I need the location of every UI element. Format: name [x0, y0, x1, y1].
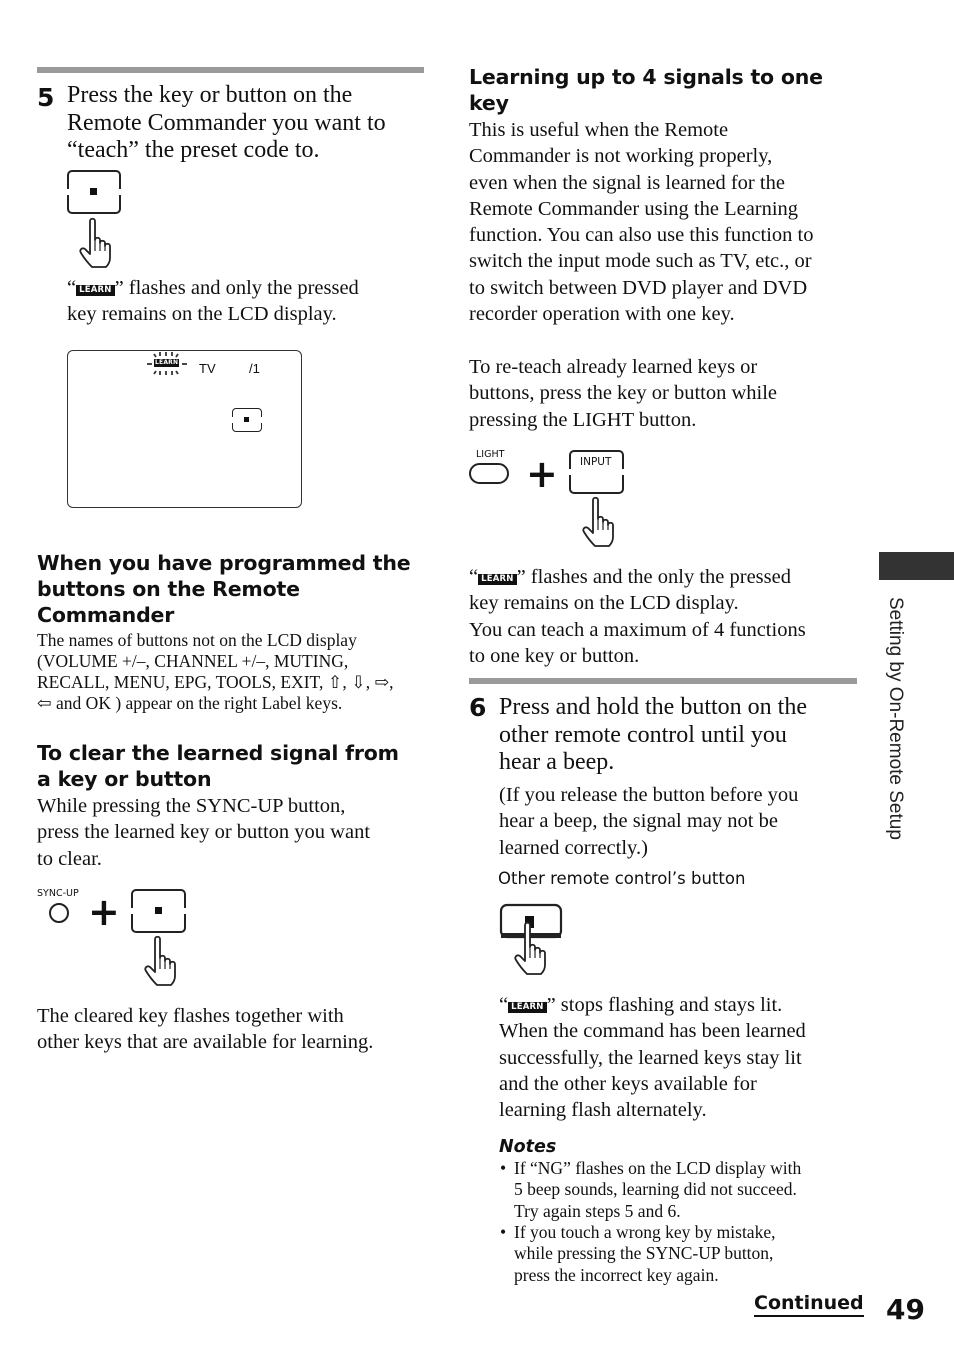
step-5-line: Press the key or button on the	[67, 82, 353, 108]
clear-body: While pressing the SYNC-UP button, press…	[37, 795, 371, 870]
step-5-text: Press the key or button on the Remote Co…	[67, 82, 427, 165]
programmed-body: The names of buttons not on the LCD disp…	[37, 630, 394, 713]
section-side-tab	[879, 552, 954, 580]
bullet-icon: •	[500, 1222, 507, 1242]
learn-note-line: “LEARN” flashes and only the pressed	[67, 277, 359, 299]
lcd-learn-badge: LEARN	[154, 359, 180, 367]
cleared-key-note: The cleared key flashes together with ot…	[37, 1005, 374, 1054]
learn-note-line: key remains on the LCD display.	[67, 303, 337, 326]
reteach-body: To re-teach already learned keys or butt…	[469, 356, 778, 431]
key-notch	[568, 469, 572, 475]
learning-body: This is useful when the Remote Commander…	[469, 119, 814, 326]
sync-up-button-icon	[49, 903, 69, 923]
note-item: • If you touch a wrong key by mistake, w…	[500, 1222, 776, 1285]
step-6-number: 6	[469, 693, 487, 722]
learn-flash-note-2: “LEARN” flashes and the only the pressed…	[469, 564, 869, 669]
lcd-index-label: /1	[249, 361, 260, 376]
section-rule-top-left	[37, 67, 424, 73]
step-5-number: 5	[37, 83, 55, 112]
pointing-hand-icon	[144, 935, 176, 986]
clear-heading: To clear the learned signal from a key o…	[37, 741, 399, 791]
learning-heading: Learning up to 4 signals to one key	[469, 65, 823, 115]
plus-sign: +	[88, 890, 120, 934]
learn-note-line: “LEARN” flashes and the only the pressed	[469, 566, 791, 588]
plus-sign: +	[526, 452, 558, 496]
pointing-hand-icon	[582, 496, 614, 547]
sync-up-label: SYNC-UP	[37, 888, 79, 899]
continued-label: Continued	[754, 1294, 864, 1317]
other-remote-caption: Other remote control’s button	[498, 869, 746, 888]
other-remote-button-press-icon	[499, 903, 563, 975]
bullet-icon: •	[500, 1158, 507, 1178]
light-label: LIGHT	[476, 449, 505, 460]
learn-badge-icon: LEARN	[478, 574, 517, 585]
page-number: 49	[886, 1293, 925, 1326]
lcd-mode-label: TV	[199, 361, 216, 376]
learn-flash-note: “LEARN” flashes and only the pressed key…	[67, 275, 427, 328]
lcd-display: LEARN TV /1	[67, 350, 302, 508]
section-rule-step6	[469, 678, 857, 684]
step-6-paren-note: (If you release the button before you he…	[499, 784, 799, 859]
key-indicator-dot	[154, 907, 162, 914]
pointing-hand-icon	[79, 217, 111, 268]
notes-title: Notes	[499, 1137, 557, 1157]
input-key-illustration: INPUT	[568, 450, 625, 494]
step-6-result: “LEARN” stops flashing and stays lit. Wh…	[499, 992, 869, 1123]
key-notch	[621, 469, 625, 475]
note-item: • If “NG” flashes on the LCD display wit…	[500, 1158, 802, 1221]
step-5-line: Remote Commander you want to	[67, 109, 386, 136]
key-notch	[118, 189, 122, 195]
learn-badge-icon: LEARN	[76, 285, 115, 296]
key-notch	[230, 417, 234, 423]
lcd-key-icon	[230, 408, 264, 432]
learn-badge-icon: LEARN	[508, 1002, 547, 1013]
step-6-text: Press and hold the button on the other r…	[499, 694, 807, 775]
step-5-line: “teach” the preset code to.	[67, 137, 320, 163]
key-notch	[260, 417, 264, 423]
learned-key-illustration	[130, 889, 187, 933]
key-notch	[66, 189, 70, 195]
learn-note-line: “LEARN” stops flashing and stays lit.	[499, 994, 783, 1016]
key-indicator-dot	[90, 188, 97, 195]
key-indicator-dot	[244, 417, 249, 422]
programmed-heading: When you have programmed the buttons on …	[37, 551, 411, 627]
remote-key-illustration	[66, 170, 122, 214]
side-tab-label: Setting by On-Remote Setup	[885, 597, 906, 840]
key-notch	[130, 908, 134, 914]
key-notch	[183, 908, 187, 914]
light-button-icon	[469, 463, 509, 484]
input-key-label: INPUT	[580, 456, 612, 468]
